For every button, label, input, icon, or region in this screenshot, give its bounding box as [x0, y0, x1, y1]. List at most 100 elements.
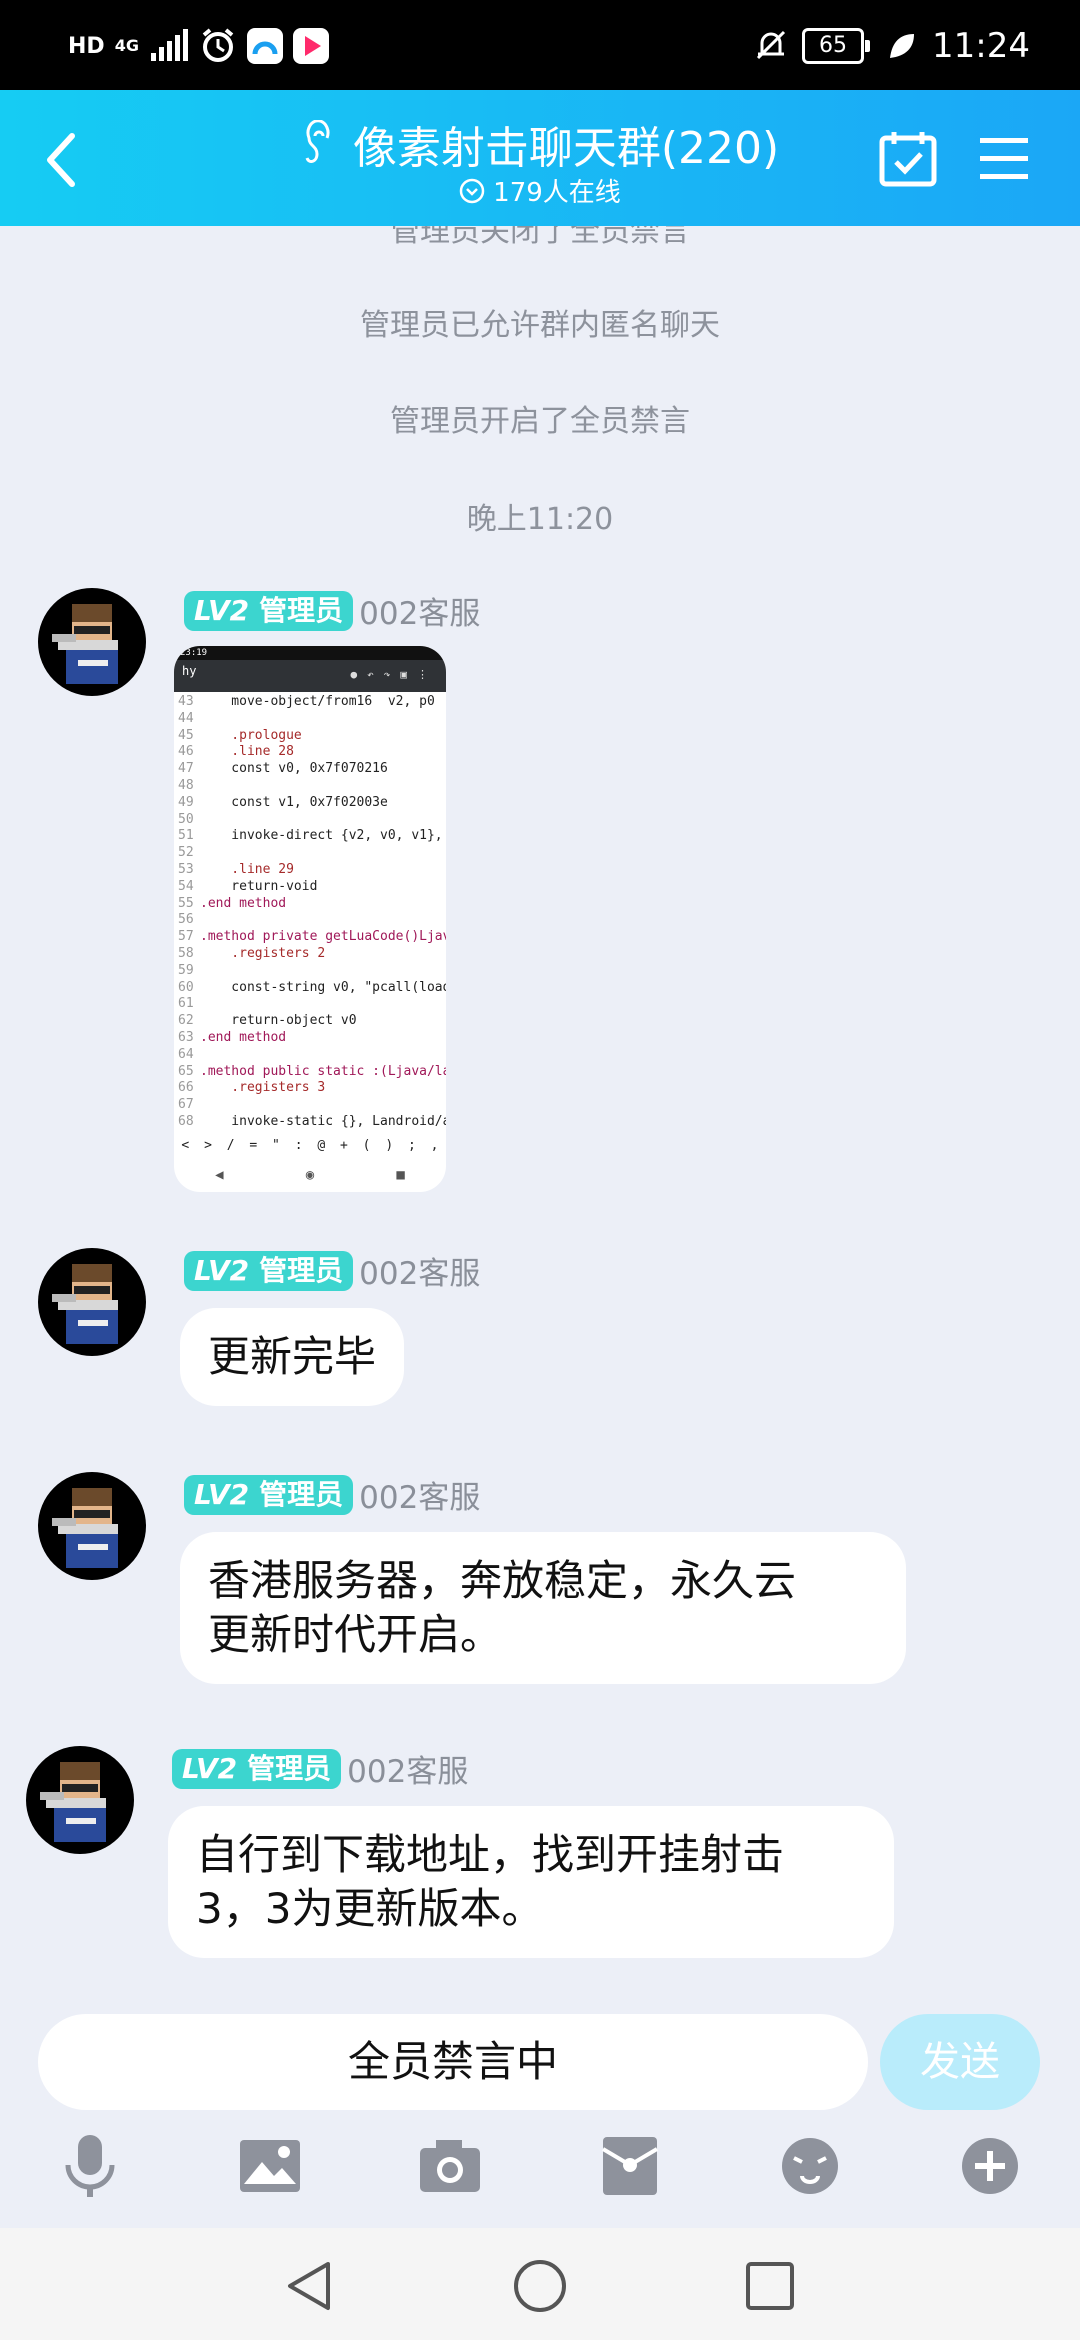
shot-key: ,: [430, 1138, 439, 1153]
code-line-text: .registers 3: [200, 1080, 326, 1096]
code-line-number: 47: [178, 761, 194, 777]
status-left: HD 4G: [68, 24, 329, 68]
code-line: 51 invoke-direct {v2, v0, v1}, Landroi: [174, 828, 446, 845]
system-message: 管理员关闭了全员禁言: [390, 226, 690, 249]
code-line-number: 60: [178, 979, 194, 995]
code-line: 60 const-string v0, "pcall(load(gg.ma: [174, 980, 446, 997]
triangle-back-icon: [288, 2262, 330, 2310]
nav-home-button[interactable]: [512, 2258, 568, 2314]
code-line-text: invoke-static {}, Landroid/app/ :->: [231, 1113, 446, 1129]
code-line: 44: [174, 711, 446, 728]
message-bubble[interactable]: 自行到下载地址，找到开挂射击 3，3为更新版本。: [168, 1806, 894, 1958]
alarm-icon: [202, 28, 234, 62]
code-line-number: 62: [178, 1013, 194, 1029]
send-button[interactable]: 发送: [880, 2014, 1040, 2110]
avatar[interactable]: [38, 1248, 146, 1356]
chat-title: 像素射击聊天群(220): [352, 123, 780, 174]
camera-button[interactable]: [414, 2130, 486, 2202]
code-line-text: return-void: [200, 878, 318, 894]
message-bubble[interactable]: 香港服务器，奔放稳定，永久云 更新时代开启。: [180, 1532, 906, 1684]
chevron-down-circle-icon: [459, 178, 485, 203]
app-notification-icon: [246, 28, 283, 64]
code-line: 50: [174, 812, 446, 829]
chat-area[interactable]: 管理员关闭了全员禁言 管理员已允许群内匿名聊天 管理员开启了全员禁言 晚上11:…: [0, 226, 1080, 1992]
shot-navbar: ◀ ◉ ■: [174, 1158, 446, 1192]
group-checkin-button[interactable]: [878, 128, 938, 188]
emoji-button[interactable]: [774, 2130, 846, 2202]
code-line-text: move-object/from16 v2, p0: [200, 694, 435, 709]
menu-button[interactable]: [978, 134, 1030, 182]
online-count-text: 179人在线: [493, 178, 621, 208]
sender-name[interactable]: 002客服: [347, 1746, 468, 1791]
code-line-number: 43: [178, 694, 194, 709]
pixel-character-avatar: [52, 1264, 118, 1344]
photo-button[interactable]: [234, 2130, 306, 2202]
shot-home-icon: ◉: [305, 1167, 315, 1183]
code-line-text: .line 28: [200, 744, 294, 760]
code-line: 65 .method public static :(Ljava/lang/Ob: [174, 1064, 446, 1081]
code-line: 52: [174, 845, 446, 862]
code-line-text: .prologue: [200, 727, 302, 743]
sender-name[interactable]: 002客服: [359, 1472, 480, 1517]
shot-recent-icon: ■: [396, 1167, 405, 1183]
code-line: 68 invoke-static {}, Landroid/app/ :->: [174, 1114, 446, 1131]
signal-icon: [150, 29, 188, 61]
code-line-number: 46: [178, 744, 194, 760]
network-type: 4G: [114, 36, 139, 55]
plus-icon: [962, 2138, 1018, 2194]
message-line: 3，3为更新版本。: [196, 1884, 544, 1933]
shot-filename: hy: [182, 664, 197, 678]
square-recents-icon: [746, 2262, 794, 2310]
pixel-character-avatar: [52, 1488, 118, 1568]
message-input[interactable]: 全员禁言中: [38, 2014, 868, 2110]
code-line-text: invoke-direct {v2, v0, v1}, Landroi: [231, 828, 443, 844]
avatar[interactable]: [38, 588, 146, 696]
code-line: 46 .line 28: [174, 744, 446, 761]
shot-toolbar-icons: ●↶↷▣⋮: [350, 668, 438, 681]
code-line-number: 52: [178, 845, 194, 861]
calendar-check-icon: [879, 132, 937, 187]
sender-row: LV2 管理员 002客服: [184, 1248, 480, 1293]
code-line-number: 50: [178, 811, 194, 827]
code-line-number: 67: [178, 1097, 194, 1113]
status-right: 65 11:24: [754, 18, 1030, 74]
menu-icon: [980, 138, 1028, 179]
code-line-number: 59: [178, 962, 194, 978]
sender-row: LV2 管理员 002客服: [184, 1472, 480, 1517]
shot-key: <: [181, 1138, 190, 1153]
message-bubble[interactable]: 更新完毕: [180, 1308, 405, 1406]
voice-button[interactable]: [54, 2130, 126, 2202]
sender-row: LV2 管理员 002客服: [172, 1746, 468, 1791]
nav-back-button[interactable]: [282, 2258, 338, 2314]
code-line-number: 58: [178, 945, 194, 961]
code-line-text: const-string v0, "pcall(load(gg.ma: [231, 979, 446, 995]
shot-key: +: [340, 1138, 348, 1153]
shot-key: /: [226, 1138, 235, 1153]
shot-back-icon: ◀: [215, 1167, 224, 1183]
avatar[interactable]: [26, 1746, 134, 1854]
system-message: 管理员已允许群内匿名聊天: [360, 308, 720, 343]
battery-icon: 65: [802, 28, 871, 64]
sender-name[interactable]: 002客服: [359, 588, 480, 633]
code-line: 67: [174, 1097, 446, 1114]
code-line-text: .line 29: [200, 861, 294, 877]
code-line-text: .method private getLuaCode()Ljava/la: [200, 929, 446, 945]
code-line: 66 .registers 3: [174, 1080, 446, 1097]
code-line-number: 56: [178, 912, 194, 928]
code-line-number: 63: [178, 1029, 194, 1045]
mute-bell-icon: [756, 30, 786, 60]
more-button[interactable]: [954, 2130, 1026, 2202]
message-line: 自行到下载地址，找到开挂射击: [196, 1830, 785, 1879]
camera-icon: [420, 2140, 480, 2192]
code-line-number: 61: [178, 996, 194, 1012]
status-bar: HD 4G 65 11:24: [0, 0, 1080, 90]
hd-indicator: HD: [68, 33, 105, 59]
sender-name[interactable]: 002客服: [359, 1248, 480, 1293]
image-message[interactable]: 23:19 hy ●↶↷▣⋮ 43 move-object/from16 v2,…: [174, 646, 446, 1192]
ear-icon: [305, 120, 330, 163]
avatar[interactable]: [38, 1472, 146, 1580]
code-line: 49 const v1, 0x7f02003e: [174, 795, 446, 812]
red-packet-button[interactable]: [594, 2130, 666, 2202]
message-line: 更新时代开启。: [208, 1610, 503, 1659]
nav-recent-button[interactable]: [742, 2258, 798, 2314]
